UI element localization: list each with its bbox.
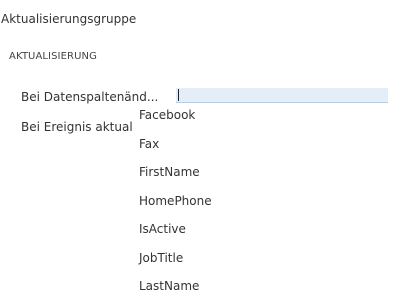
dropdown-item-isactive[interactable]: IsActive	[139, 222, 186, 236]
dropdown-item-fax[interactable]: Fax	[139, 137, 159, 151]
panel-title: Aktualisierungsgruppe	[1, 12, 137, 26]
dropdown-item-jobtitle[interactable]: JobTitle	[139, 251, 183, 265]
on-event-update-label: Bei Ereignis aktual	[21, 120, 133, 134]
update-group-panel: Aktualisierungsgruppe AKTUALISIERUNG Bei…	[0, 0, 399, 307]
section-header-update: AKTUALISIERUNG	[9, 51, 97, 62]
dropdown-item-firstname[interactable]: FirstName	[139, 165, 200, 179]
column-dropdown-list[interactable]: Facebook Fax FirstName HomePhone IsActiv…	[132, 103, 399, 307]
text-caret	[178, 89, 179, 101]
on-data-column-change-label: Bei Datenspaltenänd...	[21, 90, 159, 104]
column-select-input[interactable]	[176, 88, 388, 103]
dropdown-item-homephone[interactable]: HomePhone	[139, 194, 212, 208]
dropdown-item-lastname[interactable]: LastName	[139, 279, 199, 293]
dropdown-item-facebook[interactable]: Facebook	[139, 108, 195, 122]
